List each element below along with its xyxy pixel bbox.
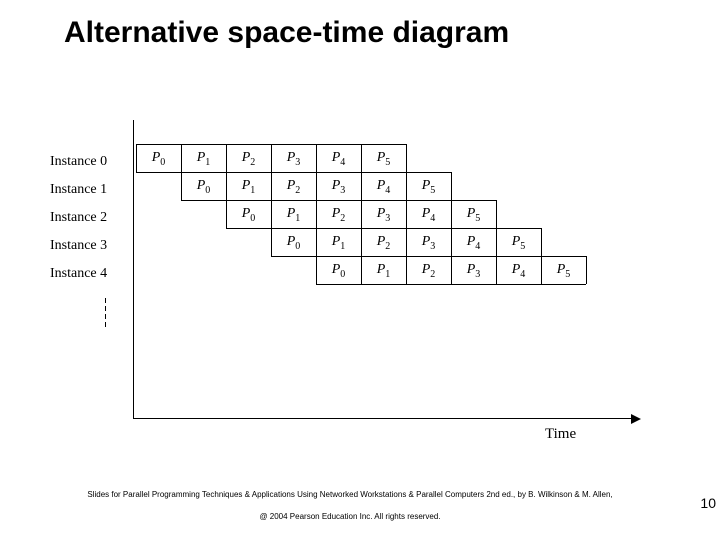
pipeline-stage: P3: [361, 206, 406, 224]
dots-icon: [105, 314, 106, 319]
footer-citation: Slides for Parallel Programming Techniqu…: [0, 490, 700, 499]
grid-tick: [451, 172, 452, 200]
pipeline-stage: P5: [541, 262, 586, 280]
grid-line: [181, 200, 496, 201]
dots-icon: [105, 298, 106, 303]
dots-icon: [105, 322, 106, 327]
page-number: 10: [700, 495, 716, 511]
grid-line: [226, 228, 541, 229]
pipeline-stage: P4: [316, 150, 361, 168]
pipeline-stage: P2: [316, 206, 361, 224]
grid-line: [136, 172, 451, 173]
space-time-diagram: Time Instance 0 Instance 1 Instance 2 In…: [50, 120, 660, 430]
pipeline-stage: P3: [316, 178, 361, 196]
x-axis-label: Time: [545, 426, 576, 443]
pipeline-stage: P4: [361, 178, 406, 196]
pipeline-stage: P5: [496, 234, 541, 252]
pipeline-stage: P1: [316, 234, 361, 252]
pipeline-stage: P3: [271, 150, 316, 168]
pipeline-stage: P0: [136, 150, 181, 168]
page-title: Alternative space-time diagram: [64, 16, 509, 50]
pipeline-stage: P1: [271, 206, 316, 224]
grid-tick: [406, 144, 407, 172]
grid-line: [271, 256, 586, 257]
pipeline-stage: P4: [406, 206, 451, 224]
pipeline-stage: P1: [226, 178, 271, 196]
grid-tick: [541, 228, 542, 256]
pipeline-stage: P0: [271, 234, 316, 252]
grid-tick: [586, 256, 587, 284]
pipeline-stage: P3: [406, 234, 451, 252]
pipeline-stage: P4: [496, 262, 541, 280]
pipeline-stage: P5: [451, 206, 496, 224]
pipeline-stage: P5: [361, 150, 406, 168]
pipeline-stage: P2: [271, 178, 316, 196]
instance-label-3: Instance 3: [50, 238, 128, 254]
pipeline-stage: P0: [316, 262, 361, 280]
x-axis: [133, 418, 639, 419]
footer-copyright: @ 2004 Pearson Education Inc. All rights…: [0, 512, 700, 521]
pipeline-stage: P2: [226, 150, 271, 168]
instance-label-1: Instance 1: [50, 182, 128, 198]
instance-label-2: Instance 2: [50, 210, 128, 226]
grid-line: [316, 284, 586, 285]
instance-label-0: Instance 0: [50, 154, 128, 170]
pipeline-stage: P0: [181, 178, 226, 196]
pipeline-stage: P1: [181, 150, 226, 168]
pipeline-stage: P3: [451, 262, 496, 280]
pipeline-stage: P5: [406, 178, 451, 196]
dots-icon: [105, 306, 106, 311]
grid-tick: [496, 200, 497, 228]
pipeline-stage: P0: [226, 206, 271, 224]
pipeline-stage: P1: [361, 262, 406, 280]
instance-label-4: Instance 4: [50, 266, 128, 282]
y-axis: [133, 120, 134, 418]
pipeline-stage: P2: [406, 262, 451, 280]
pipeline-stage: P2: [361, 234, 406, 252]
pipeline-stage: P4: [451, 234, 496, 252]
